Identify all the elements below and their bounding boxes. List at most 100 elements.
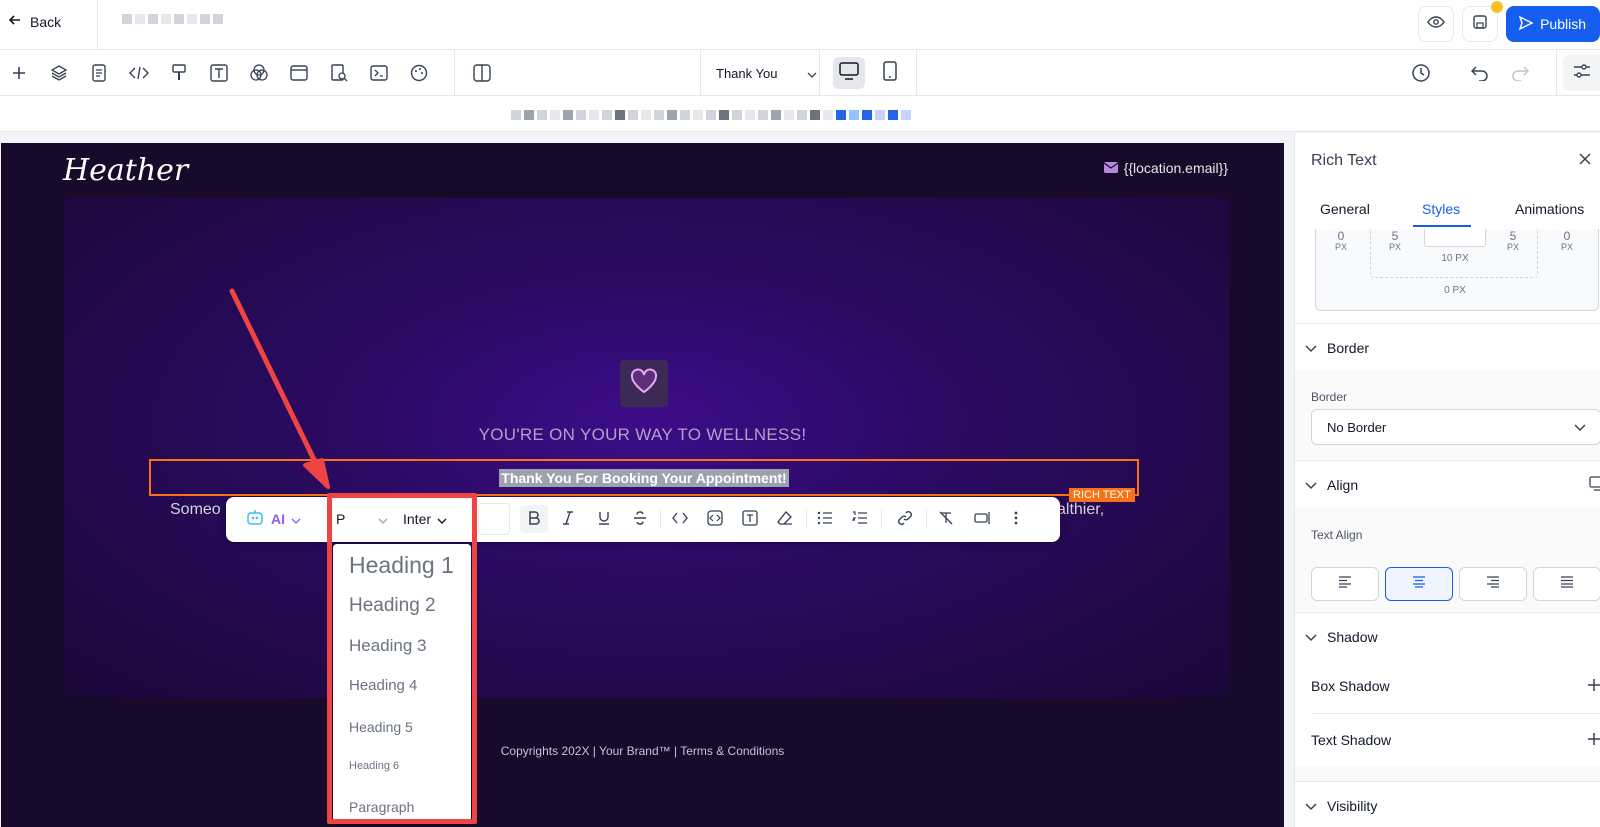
border-label: Border xyxy=(1311,390,1348,404)
margin-right-value[interactable]: 0 xyxy=(1552,229,1582,243)
selected-text[interactable]: Thank You For Booking Your Appointment! xyxy=(499,468,789,487)
bullet-list-button[interactable] xyxy=(812,507,838,531)
border-section-title: Border xyxy=(1327,339,1370,356)
undo-icon[interactable] xyxy=(1468,61,1492,85)
redo-icon[interactable] xyxy=(1508,61,1532,85)
publish-button[interactable]: Publish xyxy=(1506,6,1600,42)
tab-styles[interactable]: Styles xyxy=(1422,201,1460,217)
back-button[interactable]: Back xyxy=(8,13,61,30)
more-options-button[interactable] xyxy=(1006,507,1026,531)
link-icon xyxy=(897,510,913,529)
tab-general[interactable]: General xyxy=(1320,201,1370,217)
text-icon[interactable] xyxy=(207,61,231,85)
inline-code-button[interactable] xyxy=(667,507,693,531)
text-clear-icon xyxy=(938,510,954,529)
eraser-icon xyxy=(777,510,793,529)
chevron-down-icon xyxy=(1574,420,1586,435)
align-justify-button[interactable] xyxy=(1533,567,1600,601)
text-style-button[interactable] xyxy=(737,507,763,531)
paint-icon[interactable] xyxy=(167,61,191,85)
split-view-icon[interactable] xyxy=(470,61,494,85)
settings-toggle-button[interactable] xyxy=(1563,55,1600,91)
ai-button[interactable]: AI xyxy=(245,507,301,531)
clear-format-button[interactable] xyxy=(772,507,798,531)
shadow-section-title: Shadow xyxy=(1327,628,1378,645)
page-selector[interactable]: Thank You xyxy=(700,50,820,96)
unsaved-indicator xyxy=(1491,1,1504,13)
margin-left-value[interactable]: 0 xyxy=(1326,229,1356,243)
hero-section[interactable] xyxy=(64,198,1229,698)
margin-bottom-value[interactable]: 0 PX xyxy=(1428,285,1482,296)
body-text-left[interactable]: Someo xyxy=(170,501,221,519)
colors-icon[interactable] xyxy=(247,61,271,85)
divider xyxy=(806,509,807,529)
send-icon xyxy=(1518,15,1534,34)
preview-button[interactable] xyxy=(1418,6,1455,42)
element-type-badge: RICH TEXT xyxy=(1069,488,1135,502)
body-text-right[interactable]: althier, xyxy=(1057,501,1104,519)
align-right-icon xyxy=(1486,575,1500,593)
mobile-view-button[interactable] xyxy=(874,57,906,89)
border-section-header[interactable]: Border xyxy=(1295,323,1600,371)
save-button[interactable] xyxy=(1462,1,1504,42)
ai-label: AI xyxy=(271,511,285,527)
align-left-icon xyxy=(1338,575,1352,593)
link-button[interactable] xyxy=(892,507,918,531)
brand-logo[interactable]: Heather xyxy=(63,153,188,188)
header-email[interactable]: {{location.email}} xyxy=(1103,160,1228,176)
remove-format-button[interactable] xyxy=(933,507,959,531)
code-icon xyxy=(672,511,688,527)
close-icon xyxy=(1578,153,1592,170)
panel-title: Rich Text xyxy=(1311,152,1377,169)
seo-icon[interactable] xyxy=(327,61,351,85)
padding-left-value[interactable]: 5 xyxy=(1380,229,1410,243)
underline-button[interactable] xyxy=(592,507,616,531)
page-canvas[interactable]: Heather {{location.email}} YOU'RE ON YOU… xyxy=(1,143,1284,827)
italic-button[interactable] xyxy=(556,507,580,531)
tagline-text[interactable]: YOU'RE ON YOUR WAY TO WELLNESS! xyxy=(1,425,1284,445)
palette-icon[interactable] xyxy=(407,61,431,85)
layers-icon[interactable] xyxy=(47,61,71,85)
add-box-shadow-icon[interactable] xyxy=(1587,678,1600,695)
align-right-button[interactable] xyxy=(1459,567,1527,601)
page-name: Thank You xyxy=(716,65,778,81)
close-panel-button[interactable] xyxy=(1578,152,1592,171)
robot-icon xyxy=(245,509,265,530)
shadow-section-header[interactable]: Shadow xyxy=(1295,612,1600,660)
redacted-title xyxy=(122,14,223,24)
border-select[interactable]: No Border xyxy=(1311,409,1600,445)
align-left-button[interactable] xyxy=(1311,567,1379,601)
desktop-icon xyxy=(839,61,859,85)
footer-text[interactable]: Copyrights 202X | Your Brand™ | Terms & … xyxy=(1,744,1284,758)
padding-bottom-value[interactable]: 10 PX xyxy=(1428,253,1482,264)
sliders-icon xyxy=(1573,63,1591,84)
tab-animations[interactable]: Animations xyxy=(1515,201,1584,217)
chevron-down-icon xyxy=(1305,340,1317,356)
strikethrough-button[interactable] xyxy=(628,507,652,531)
publish-label: Publish xyxy=(1540,16,1586,32)
pages-icon[interactable] xyxy=(87,61,111,85)
unit-label: PX xyxy=(1334,242,1347,252)
terminal-icon[interactable] xyxy=(367,61,391,85)
desktop-icon[interactable] xyxy=(1589,476,1600,495)
layout-icon[interactable] xyxy=(287,61,311,85)
visibility-section-title: Visibility xyxy=(1327,797,1378,814)
add-icon[interactable] xyxy=(7,61,31,85)
chevron-down-icon xyxy=(1305,798,1317,814)
code-block-button[interactable] xyxy=(702,507,728,531)
visibility-section-header[interactable]: Visibility xyxy=(1295,781,1600,827)
bold-button[interactable] xyxy=(520,505,548,533)
code-icon[interactable] xyxy=(127,61,151,85)
text-direction-button[interactable] xyxy=(970,507,996,531)
heart-image[interactable] xyxy=(620,360,668,407)
add-text-shadow-icon[interactable] xyxy=(1587,732,1600,749)
desktop-view-button[interactable] xyxy=(833,57,865,89)
font-size-input[interactable] xyxy=(478,503,510,535)
numbered-list-button[interactable] xyxy=(847,507,873,531)
align-section-header[interactable]: Align xyxy=(1295,460,1600,508)
numbered-list-icon xyxy=(851,510,868,528)
rich-text-element-selected[interactable]: Thank You For Booking Your Appointment! xyxy=(149,459,1139,496)
align-center-button[interactable] xyxy=(1385,567,1453,601)
padding-right-value[interactable]: 5 xyxy=(1498,229,1528,243)
history-icon[interactable] xyxy=(1409,61,1433,85)
